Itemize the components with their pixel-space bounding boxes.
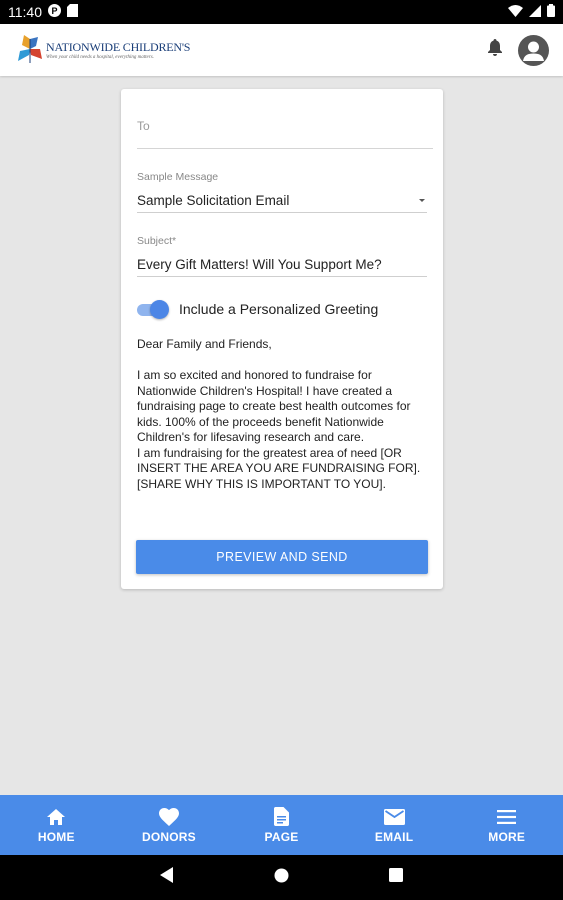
to-field[interactable]: To	[137, 115, 433, 149]
notification-p-icon: P	[48, 4, 61, 20]
greeting-toggle-row[interactable]: Include a Personalized Greeting	[137, 299, 378, 319]
signal-icon	[529, 4, 541, 20]
sample-message-value: Sample Solicitation Email	[137, 193, 290, 208]
nav-more-label: MORE	[488, 829, 526, 844]
nav-email[interactable]: EMAIL	[338, 795, 451, 855]
bottom-navigation: HOME DONORS PAGE EMAIL MORE	[0, 795, 563, 855]
message-paragraph-1: I am so excited and honored to fundraise…	[137, 368, 411, 444]
message-greeting: Dear Family and Friends,	[137, 337, 272, 351]
email-envelope-icon	[383, 807, 405, 827]
nav-home-label: HOME	[37, 829, 75, 844]
battery-icon	[547, 4, 555, 20]
subject-input[interactable]: Every Gift Matters! Will You Support Me?	[137, 253, 427, 277]
back-icon[interactable]	[160, 867, 174, 888]
system-navigation-bar	[0, 855, 563, 900]
message-body[interactable]: Dear Family and Friends, I am so excited…	[137, 337, 431, 492]
nationwide-childrens-logo[interactable]: NATIONWIDE CHILDREN'S When your child ne…	[16, 35, 190, 65]
to-placeholder: To	[137, 119, 150, 133]
subject-field[interactable]: Subject* Every Gift Matters! Will You Su…	[137, 235, 427, 277]
account-avatar-icon[interactable]	[518, 34, 549, 66]
svg-text:P: P	[51, 6, 57, 16]
greeting-toggle-switch[interactable]	[137, 299, 169, 319]
nav-page-label: PAGE	[264, 829, 299, 844]
nav-donors[interactable]: DONORS	[113, 795, 226, 855]
sample-message-select[interactable]: Sample Message Sample Solicitation Email	[137, 171, 427, 213]
bell-icon[interactable]	[488, 39, 502, 61]
sample-message-label: Sample Message	[137, 171, 219, 183]
nav-more[interactable]: MORE	[450, 795, 563, 855]
status-bar: 11:40 P	[0, 0, 563, 24]
home-circle-icon[interactable]	[274, 868, 289, 888]
wifi-icon	[508, 4, 523, 20]
nav-email-label: EMAIL	[374, 829, 414, 844]
page-document-icon	[273, 807, 289, 827]
preview-and-send-button[interactable]: PREVIEW AND SEND	[136, 540, 428, 574]
sd-card-icon	[67, 4, 78, 20]
nav-home[interactable]: HOME	[0, 795, 113, 855]
subject-label: Subject	[137, 235, 173, 247]
message-paragraph-2: I am fundraising for the greatest area o…	[137, 445, 421, 491]
status-time: 11:40	[8, 4, 42, 20]
nav-page[interactable]: PAGE	[225, 795, 338, 855]
app-bar: NATIONWIDE CHILDREN'S When your child ne…	[0, 24, 563, 76]
subject-required-mark: *	[172, 235, 177, 247]
nav-donors-label: DONORS	[141, 829, 196, 844]
recents-square-icon[interactable]	[389, 868, 403, 887]
butterfly-logo-icon	[18, 35, 42, 63]
menu-icon	[497, 807, 517, 827]
greeting-toggle-label: Include a Personalized Greeting	[179, 301, 379, 317]
logo-name: NATIONWIDE CHILDREN'S	[46, 39, 191, 54]
home-icon	[47, 807, 66, 827]
heart-icon	[158, 807, 179, 827]
dropdown-caret-icon	[419, 199, 425, 202]
logo-tagline: When your child needs a hospital, everyt…	[46, 54, 154, 60]
email-composer-card: To Sample Message Sample Solicitation Em…	[121, 89, 443, 589]
